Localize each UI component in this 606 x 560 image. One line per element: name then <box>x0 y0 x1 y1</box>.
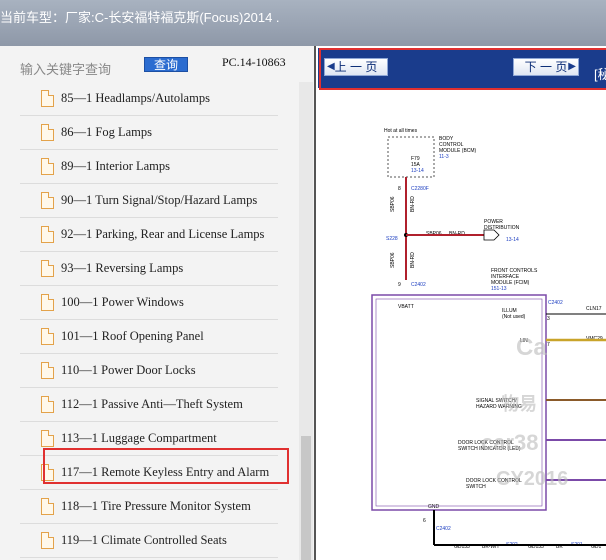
page-code: PC.14-10863 <box>222 55 286 69</box>
list-item[interactable]: 89—1 Interior Lamps <box>20 150 278 184</box>
list-item[interactable]: 110—1 Power Door Locks <box>20 354 278 388</box>
watermark-3: CY2016 <box>496 468 568 490</box>
list-item[interactable]: 86—1 Fog Lamps <box>20 116 278 150</box>
pin-7-label: 7 <box>547 342 550 348</box>
document-icon <box>41 498 54 515</box>
watermark-4: Ca <box>516 334 547 361</box>
list-item-label: 113—1 Luggage Compartment <box>61 431 217 445</box>
c2402-top-label: C2402 <box>411 282 426 288</box>
list-item-label: 112—1 Passive Anti—Theft System <box>61 397 243 411</box>
door-switch-label-2: SWITCH <box>466 484 486 490</box>
title-bar: 当前车型：厂家:C-长安福特福克斯(Focus)2014 . <box>0 0 606 46</box>
list-item[interactable]: 90—1 Turn Signal/Stop/Hazard Lamps <box>20 184 278 218</box>
pd-ref: 13-14 <box>506 237 519 243</box>
pin-8-label: 8 <box>398 186 401 192</box>
list-item[interactable]: 85—1 Headlamps/Autolamps <box>20 82 278 116</box>
document-icon <box>41 328 54 345</box>
list-item-label: 100—1 Power Windows <box>61 295 184 309</box>
document-icon <box>41 362 54 379</box>
list-item-label: 110—1 Power Door Locks <box>61 363 196 377</box>
list-item[interactable]: 100—1 Power Windows <box>20 286 278 320</box>
document-list: 85—1 Headlamps/Autolamps 86—1 Fog Lamps 89… <box>20 82 278 558</box>
bcm-ref: 11-3 <box>439 154 449 160</box>
connector-arrow-icon <box>483 229 500 241</box>
search-bar: 输入关键字查询 查询 PC.14-10863 <box>0 46 314 82</box>
list-item[interactable]: 93—1 Reversing Lamps <box>20 252 278 286</box>
hot-label: Hot at all times <box>384 128 418 134</box>
document-viewer: ◀ 上 一 页 下 一 页 ▶ [秘 Hot at all times BODY… <box>314 46 606 560</box>
sbp06-a-label: SBP06 <box>390 196 396 212</box>
highlight-box-selected-item <box>43 448 289 484</box>
scrollbar-thumb[interactable] <box>301 436 311 560</box>
bnrd-b-label: BN-RD <box>410 252 416 268</box>
list-item-label: 118—1 Tire Pressure Monitor System <box>61 499 251 513</box>
pin-3-label: 3 <box>547 316 550 322</box>
list-item[interactable]: 112—1 Passive Anti—Theft System <box>20 388 278 422</box>
document-icon <box>41 124 54 141</box>
c2402-right-label: C2402 <box>548 300 563 306</box>
gnd-label: GND <box>428 504 440 510</box>
wiring-diagram: Hot at all times BODY CONTROL MODULE (BC… <box>371 128 606 550</box>
document-icon <box>41 532 54 549</box>
watermark-1: 物易 <box>501 393 537 414</box>
search-button[interactable]: 查询 <box>144 57 188 72</box>
fuse-ref: 13-14 <box>411 168 424 174</box>
document-icon <box>41 430 54 447</box>
search-input[interactable]: 输入关键字查询 <box>20 59 111 78</box>
document-icon <box>41 192 54 209</box>
list-item-label: 86—1 Fog Lamps <box>61 125 152 139</box>
document-icon <box>41 396 54 413</box>
list-item-label: 90—1 Turn Signal/Stop/Hazard Lamps <box>61 193 258 207</box>
list-item[interactable]: 118—1 Tire Pressure Monitor System <box>20 490 278 524</box>
document-icon <box>41 260 54 277</box>
list-item[interactable]: 92—1 Parking, Rear and License Lamps <box>20 218 278 252</box>
list-item-label: 119—1 Climate Controlled Seats <box>61 533 227 547</box>
sbp06-b-label: SBP06 <box>390 252 396 268</box>
illum-note: (Not used) <box>502 314 526 320</box>
document-icon <box>41 90 54 107</box>
list-item-label: 92—1 Parking, Rear and License Lamps <box>61 227 265 241</box>
s228-label: S228 <box>386 236 398 242</box>
list-item-label: 85—1 Headlamps/Autolamps <box>61 91 210 105</box>
list-item[interactable]: 101—1 Roof Opening Panel <box>20 320 278 354</box>
list-item-label: 89—1 Interior Lamps <box>61 159 171 173</box>
c2280f-label: C2280F <box>411 186 429 192</box>
vehicle-model-label: 当前车型：厂家:C-长安福特福克斯(Focus)2014 . <box>0 10 280 25</box>
cln17-label: CLN17 <box>586 306 602 312</box>
list-item[interactable]: 119—1 Climate Controlled Seats <box>20 524 278 558</box>
c2402-bottom-label: C2402 <box>436 526 451 532</box>
document-icon <box>41 158 54 175</box>
list-item-label: 93—1 Reversing Lamps <box>61 261 184 275</box>
watermark-2: car38 <box>481 430 539 455</box>
document-icon <box>41 294 54 311</box>
scrollbar[interactable] <box>299 82 313 560</box>
vbatt-label: VBATT <box>398 304 414 310</box>
pin-6-label: 6 <box>423 518 426 524</box>
list-item-label: 101—1 Roof Opening Panel <box>61 329 204 343</box>
highlight-box-nav <box>319 48 606 90</box>
document-icon <box>41 226 54 243</box>
pin-9-label: 9 <box>398 282 401 288</box>
fcim-ref: 151-13 <box>491 286 507 292</box>
bnrd-a-label: BN-RD <box>410 196 416 212</box>
